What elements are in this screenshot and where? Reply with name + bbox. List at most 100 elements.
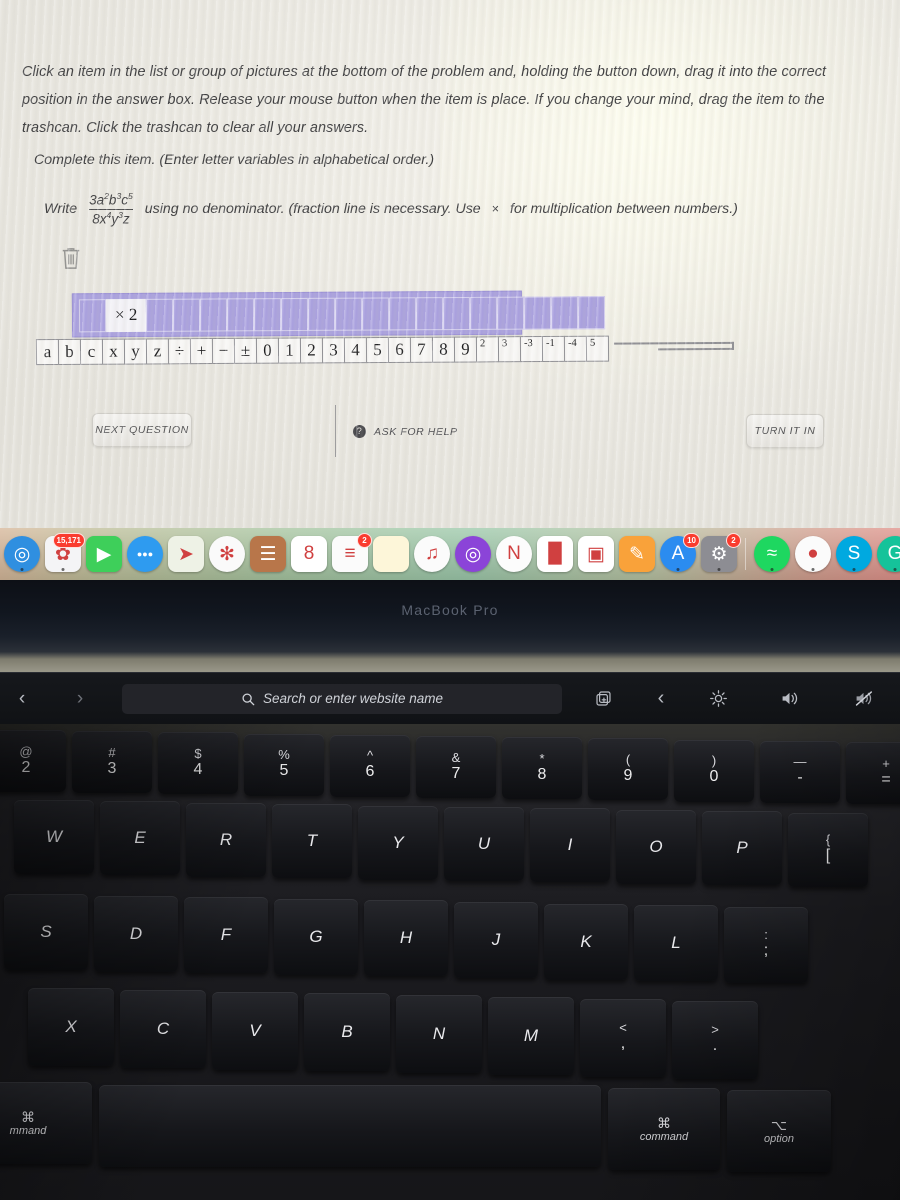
dock-icon-photos[interactable]: ✿ 15,171	[45, 533, 85, 572]
answer-slot[interactable]	[578, 295, 606, 329]
answer-slot[interactable]	[443, 296, 471, 330]
key-bracket-left[interactable]: {[	[788, 812, 868, 887]
dock-icon-reminders[interactable]: ≡ 2	[332, 533, 372, 572]
key-e[interactable]: E	[100, 801, 180, 876]
answer-slot[interactable]	[200, 297, 228, 332]
palette-tile[interactable]: ±	[233, 337, 258, 364]
key-f[interactable]: F	[184, 897, 268, 974]
palette-scroll-rail[interactable]	[613, 335, 735, 362]
key-0[interactable]: ) 0	[674, 739, 754, 802]
dock-icon-grammarly[interactable]: G	[877, 536, 900, 572]
key-3[interactable]: #3	[72, 731, 152, 794]
palette-tile[interactable]: 6	[387, 336, 412, 363]
palette-tile[interactable]: 4	[343, 337, 368, 364]
key-m[interactable]: M	[488, 997, 574, 1075]
dock-icon-calendar[interactable]: 8	[291, 536, 327, 572]
trashcan-icon[interactable]	[60, 246, 82, 270]
volume-icon[interactable]	[752, 684, 826, 714]
dock-icon-safari[interactable]: ◎	[4, 536, 40, 572]
palette-tile[interactable]: 8	[431, 336, 456, 363]
answer-slot[interactable]	[416, 296, 444, 330]
touchbar-forward-icon[interactable]: ›	[44, 684, 116, 714]
dock-icon-pages[interactable]: ✎	[619, 536, 655, 572]
palette-tile[interactable]: 3	[321, 337, 346, 364]
key-7[interactable]: & 7	[416, 736, 496, 798]
answer-slot[interactable]	[551, 295, 579, 329]
key-r[interactable]: R	[186, 802, 266, 877]
key-o[interactable]: O	[616, 809, 696, 884]
answer-box[interactable]: × 2	[71, 290, 606, 338]
palette-exponent-tile[interactable]: 2	[475, 336, 500, 363]
answer-slot[interactable]	[173, 298, 201, 332]
answer-slot[interactable]	[362, 296, 390, 331]
answer-slot[interactable]	[308, 297, 336, 331]
key-k[interactable]: K	[544, 903, 628, 980]
key-space[interactable]	[99, 1085, 601, 1167]
answer-tile-placed[interactable]: × 2	[105, 298, 147, 332]
key-command-left[interactable]: ⌘ mmand	[0, 1082, 92, 1164]
key-j[interactable]: J	[454, 902, 538, 978]
palette-exponent-tile[interactable]: -1	[541, 335, 566, 363]
palette-tile[interactable]: 5	[365, 336, 390, 364]
key-i[interactable]: I	[530, 808, 610, 883]
answer-slot[interactable]	[497, 296, 525, 330]
key-2[interactable]: @2	[0, 730, 66, 792]
answer-slot[interactable]	[254, 297, 282, 331]
dock-icon-maps[interactable]: ➤	[168, 536, 204, 572]
answer-slot[interactable]	[470, 296, 498, 330]
dock-icon-photos-flower[interactable]: ✻	[209, 536, 245, 572]
answer-slot[interactable]	[389, 296, 417, 330]
key-w[interactable]: W	[14, 800, 94, 874]
new-tab-icon[interactable]	[568, 684, 638, 714]
key-4[interactable]: $4	[158, 732, 238, 795]
dock-icon-spotify[interactable]: ≈	[754, 536, 790, 572]
key-9[interactable]: (9	[588, 738, 668, 801]
palette-tile[interactable]: z	[145, 338, 170, 365]
palette-exponent-tile[interactable]: -4	[563, 335, 588, 362]
palette-exponent-tile[interactable]: 5	[585, 335, 610, 362]
dock-icon-record-app[interactable]: ●	[795, 536, 831, 572]
palette-exponent-tile[interactable]: -3	[519, 336, 544, 363]
key-n[interactable]: N	[396, 995, 482, 1074]
dock-icon-news[interactable]: N	[496, 536, 532, 572]
key--[interactable]: — -	[760, 740, 840, 803]
key-8[interactable]: * 8	[502, 737, 582, 800]
answer-slot[interactable]	[335, 297, 363, 331]
answer-slot[interactable]	[524, 295, 552, 330]
palette-tile[interactable]: 2	[299, 337, 324, 364]
turn-it-in-button[interactable]: TURN IT IN	[746, 414, 824, 448]
brightness-icon[interactable]	[684, 684, 752, 714]
palette-tile[interactable]: 1	[277, 337, 302, 364]
key-command-right[interactable]: ⌘ command	[608, 1088, 720, 1170]
dock-icon-facetime[interactable]: ▶	[86, 536, 122, 572]
key-h[interactable]: H	[364, 900, 448, 977]
dock-icon-podcasts[interactable]: ◎	[455, 536, 491, 572]
touchbar-back-icon[interactable]: ‹	[0, 684, 44, 714]
expand-left-icon[interactable]: ‹	[638, 684, 684, 714]
palette-tile[interactable]: 9	[453, 336, 478, 363]
palette-tile[interactable]: ÷	[167, 338, 192, 365]
key-y[interactable]: Y	[358, 805, 438, 880]
key-period[interactable]: >.	[672, 1000, 758, 1079]
key-u[interactable]: U	[444, 807, 524, 881]
key-d[interactable]: D	[94, 895, 178, 972]
dock-icon-music[interactable]: ♫	[414, 536, 450, 572]
key-option-right[interactable]: ⌥ option	[727, 1090, 831, 1172]
key-comma[interactable]: <,	[580, 998, 666, 1077]
dock-icon-app-store[interactable]: A 10	[660, 533, 700, 572]
ask-for-help-button[interactable]: ? ASK FOR HELP	[353, 425, 458, 438]
answer-slot[interactable]	[146, 298, 174, 332]
palette-exponent-tile[interactable]: 3	[497, 336, 522, 363]
mute-icon[interactable]	[826, 684, 900, 714]
dock-icon-keynote[interactable]: ▣	[578, 536, 614, 572]
palette-tile[interactable]: +	[189, 338, 214, 365]
answer-slot[interactable]	[281, 297, 309, 331]
key-v[interactable]: V	[212, 991, 298, 1070]
key-b[interactable]: B	[304, 993, 390, 1072]
answer-slot[interactable]	[227, 297, 255, 331]
palette-tile[interactable]: x	[101, 338, 126, 365]
key-5[interactable]: % 5	[244, 733, 324, 796]
key-l[interactable]: L	[634, 905, 718, 982]
next-question-button[interactable]: NEXT QUESTION	[92, 413, 192, 447]
key-c[interactable]: C	[120, 989, 206, 1068]
